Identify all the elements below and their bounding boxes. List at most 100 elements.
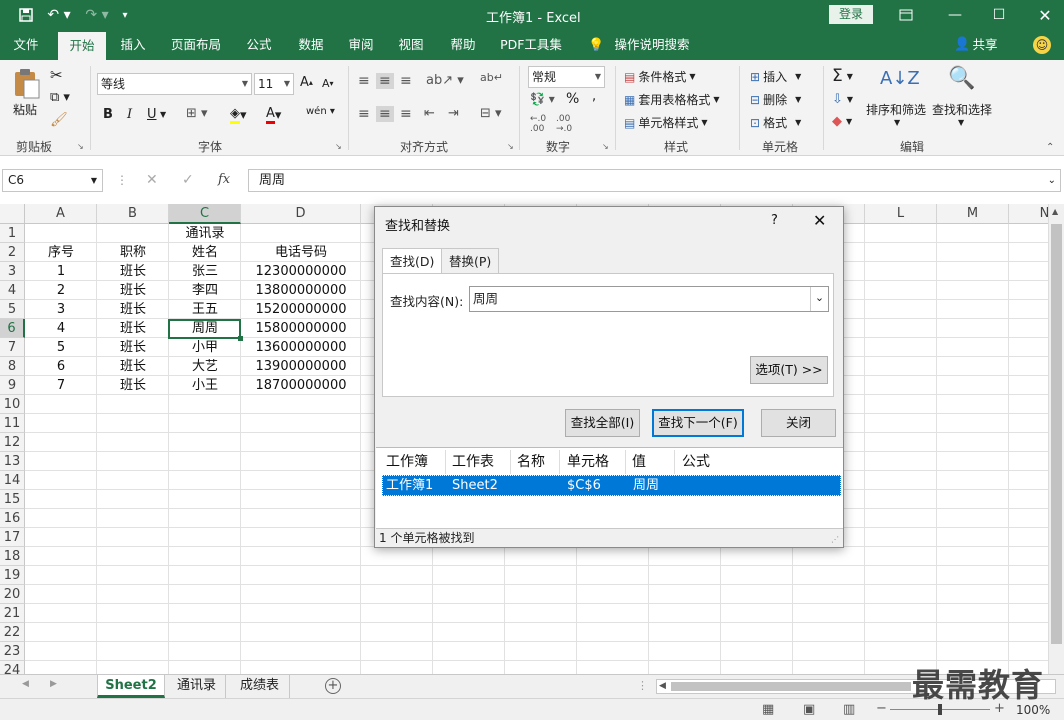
- cell-styles-button[interactable]: ▤ 单元格样式 ▼: [624, 114, 708, 131]
- data-cell[interactable]: 15200000000: [241, 300, 361, 319]
- hscroll-thumb[interactable]: [671, 682, 911, 691]
- share-icon[interactable]: 👤: [954, 37, 970, 52]
- name-box[interactable]: C6 ▼: [2, 169, 103, 192]
- row-header-2[interactable]: 2: [0, 243, 25, 262]
- collapse-ribbon-icon[interactable]: ⌃: [1046, 142, 1054, 153]
- row-header-7[interactable]: 7: [0, 338, 25, 357]
- scroll-thumb[interactable]: [1051, 224, 1062, 644]
- maximize-icon[interactable]: ☐: [984, 4, 1014, 26]
- cut-icon[interactable]: ✂: [50, 66, 63, 84]
- close-button[interactable]: 关闭: [761, 409, 836, 437]
- align-center-icon[interactable]: ≡: [376, 106, 394, 122]
- select-all-corner[interactable]: [0, 204, 25, 224]
- borders-icon[interactable]: ⊞ ▾: [186, 106, 208, 121]
- prev-sheet-icon[interactable]: ◀: [22, 679, 29, 689]
- row-header-9[interactable]: 9: [0, 376, 25, 395]
- align-bottom-icon[interactable]: ≡: [400, 73, 412, 89]
- tab-insert[interactable]: 插入: [112, 30, 154, 60]
- decrease-decimal-icon[interactable]: .00 →.0: [556, 114, 572, 134]
- tab-splitter-icon[interactable]: ⋮: [637, 679, 648, 692]
- wrap-text-icon[interactable]: ab↵: [480, 71, 503, 84]
- align-middle-icon[interactable]: ≡: [376, 73, 394, 89]
- column-header-m[interactable]: M: [937, 204, 1009, 224]
- next-sheet-icon[interactable]: ▶: [50, 679, 57, 689]
- col-cell[interactable]: 单元格: [567, 452, 609, 472]
- fill-color-icon[interactable]: ◈ ▾: [230, 106, 247, 124]
- data-cell[interactable]: 张三: [169, 262, 241, 281]
- data-cell[interactable]: 5: [25, 338, 97, 357]
- scroll-left-icon[interactable]: ◀: [659, 681, 666, 691]
- result-row[interactable]: 工作簿1 Sheet2 $C$6 周周: [382, 475, 841, 496]
- row-header-24[interactable]: 24: [0, 661, 25, 674]
- data-cell[interactable]: 6: [25, 357, 97, 376]
- autosum-icon[interactable]: Σ ▼: [832, 66, 853, 86]
- dialog-launcher-icon[interactable]: ↘: [602, 142, 609, 151]
- row-header-5[interactable]: 5: [0, 300, 25, 319]
- tab-pdf[interactable]: PDF工具集: [496, 30, 566, 60]
- column-header-d[interactable]: D: [241, 204, 361, 224]
- data-cell[interactable]: 1: [25, 262, 97, 281]
- tab-home[interactable]: 开始: [58, 32, 106, 60]
- copy-icon[interactable]: ⧉ ▾: [50, 90, 70, 105]
- data-cell[interactable]: 班长: [97, 281, 169, 300]
- dialog-close-icon[interactable]: ✕: [813, 211, 826, 230]
- sort-dropdown-icon[interactable]: ▼: [894, 118, 900, 127]
- sort-filter-button[interactable]: 排序和筛选: [866, 101, 926, 118]
- sheet-tab-contacts[interactable]: 通讯录: [168, 675, 226, 698]
- fill-icon[interactable]: ⇩ ▼: [832, 92, 853, 107]
- data-cell[interactable]: 大艺: [169, 357, 241, 376]
- row-header-3[interactable]: 3: [0, 262, 25, 281]
- data-cell[interactable]: 班长: [97, 262, 169, 281]
- page-layout-view-icon[interactable]: ▣: [803, 702, 815, 717]
- options-button[interactable]: 选项(T) >>: [750, 356, 828, 384]
- data-cell[interactable]: 班长: [97, 376, 169, 395]
- data-cell[interactable]: 12300000000: [241, 262, 361, 281]
- dialog-launcher-icon[interactable]: ↘: [507, 142, 514, 151]
- percent-style-icon[interactable]: %: [566, 91, 579, 107]
- font-color-icon[interactable]: A ▾: [266, 106, 281, 124]
- data-cell[interactable]: 13800000000: [241, 281, 361, 300]
- find-next-button[interactable]: 查找下一个(F): [652, 409, 744, 437]
- row-header-19[interactable]: 19: [0, 566, 25, 585]
- find-select-icon[interactable]: 🔍: [948, 66, 975, 91]
- row-header-8[interactable]: 8: [0, 357, 25, 376]
- cancel-entry-icon[interactable]: ✕: [146, 172, 158, 188]
- col-workbook[interactable]: 工作簿: [386, 452, 428, 472]
- row-header-15[interactable]: 15: [0, 490, 25, 509]
- data-cell[interactable]: 小王: [169, 376, 241, 395]
- results-list[interactable]: 工作簿 工作表 名称 单元格 值 公式 工作簿1 Sheet2 $C$6 周周: [376, 447, 843, 529]
- row-header-20[interactable]: 20: [0, 585, 25, 604]
- decrease-font-icon[interactable]: A ▾: [322, 77, 334, 90]
- smiley-icon[interactable]: ☺: [1033, 36, 1051, 54]
- column-header-l[interactable]: L: [865, 204, 937, 224]
- minimize-icon[interactable]: —: [940, 4, 970, 26]
- accounting-format-icon[interactable]: 💱 ▾: [530, 92, 555, 106]
- tab-page-layout[interactable]: 页面布局: [166, 30, 226, 60]
- align-top-icon[interactable]: ≡: [358, 73, 370, 89]
- font-size-select[interactable]: 11 ▼: [254, 73, 294, 95]
- tab-find[interactable]: 查找(D): [382, 248, 443, 276]
- row-header-4[interactable]: 4: [0, 281, 25, 300]
- help-button[interactable]: ?: [771, 213, 778, 228]
- row-header-11[interactable]: 11: [0, 414, 25, 433]
- format-cells-button[interactable]: ⊡ 格式 ▼: [750, 114, 801, 131]
- header-cell[interactable]: 姓名: [169, 243, 241, 262]
- data-cell[interactable]: 班长: [97, 319, 169, 338]
- tab-data[interactable]: 数据: [290, 30, 332, 60]
- format-painter-icon[interactable]: 🖌: [50, 112, 68, 128]
- data-cell[interactable]: 班长: [97, 300, 169, 319]
- row-header-6[interactable]: 6: [0, 319, 25, 338]
- find-what-input[interactable]: 周周 ⌄: [469, 286, 829, 312]
- column-header-a[interactable]: A: [25, 204, 97, 224]
- data-cell[interactable]: 15800000000: [241, 319, 361, 338]
- redo-icon[interactable]: ↷ ▾: [82, 4, 112, 26]
- page-break-view-icon[interactable]: ▥: [843, 702, 855, 717]
- data-cell[interactable]: 小甲: [169, 338, 241, 357]
- row-header-23[interactable]: 23: [0, 642, 25, 661]
- number-format-select[interactable]: 常规 ▼: [528, 66, 605, 88]
- data-cell[interactable]: 李四: [169, 281, 241, 300]
- row-header-16[interactable]: 16: [0, 509, 25, 528]
- row-header-10[interactable]: 10: [0, 395, 25, 414]
- delete-cells-button[interactable]: ⊟ 删除 ▼: [750, 91, 801, 108]
- data-cell[interactable]: 7: [25, 376, 97, 395]
